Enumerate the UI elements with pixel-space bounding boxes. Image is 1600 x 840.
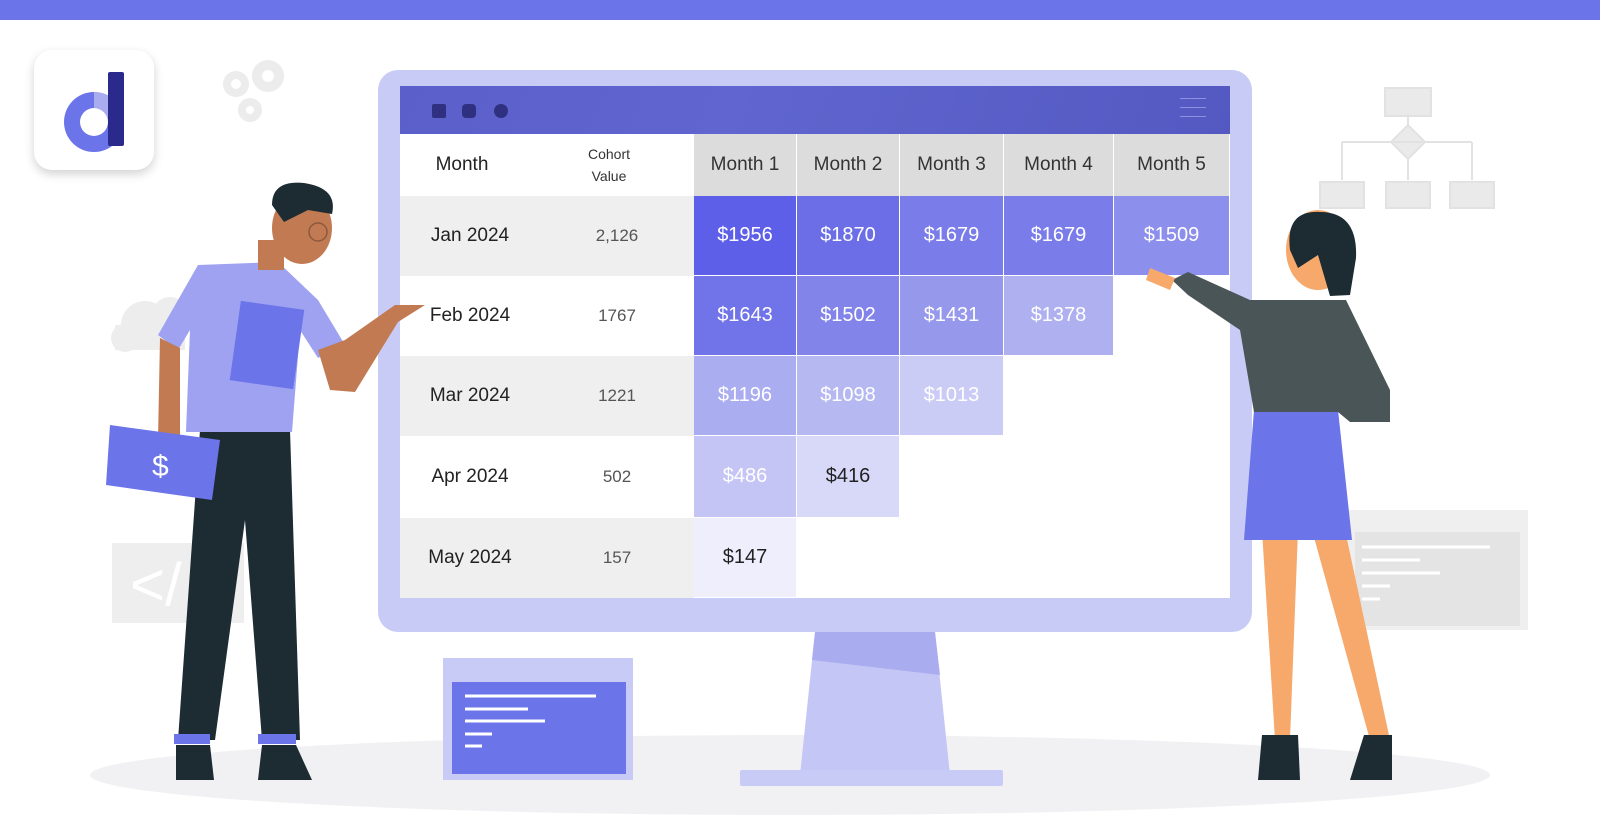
revenue-cell: $1643	[694, 276, 797, 356]
row-cohort-value: 2,126	[540, 196, 694, 276]
logo-icon	[64, 72, 124, 152]
revenue-cell: $1679	[1004, 196, 1114, 276]
window-circle-icon	[494, 104, 508, 118]
revenue-cell: $1502	[797, 276, 900, 356]
row-month-label: Jan 2024	[400, 196, 540, 276]
row-month-label: Mar 2024	[400, 356, 540, 436]
window-rounded-icon	[462, 104, 476, 118]
row-month-label: Feb 2024	[400, 276, 540, 356]
revenue-cell: $1098	[797, 356, 900, 436]
row-cohort-value: 502	[540, 436, 694, 518]
header-month: Month	[400, 134, 524, 196]
menu-icon[interactable]	[1180, 98, 1206, 125]
window-titlebar	[400, 86, 1230, 134]
header-month-3: Month 3	[900, 134, 1004, 196]
cloud-icon	[111, 297, 188, 352]
header-month-4: Month 4	[1004, 134, 1114, 196]
revenue-cell: $416	[797, 436, 900, 518]
row-cohort-value: 1767	[540, 276, 694, 356]
app-logo	[34, 50, 154, 170]
revenue-cell: $147	[694, 518, 797, 598]
revenue-cell: $1509	[1114, 196, 1230, 276]
header-cohort-value: Cohort Value	[524, 134, 694, 196]
row-month-label: May 2024	[400, 518, 540, 598]
header-cohort-line1: Cohort	[587, 146, 631, 162]
cohort-table-screen: Month Cohort Value Month 1 Month 2 Month 3…	[400, 86, 1230, 598]
row-month-label: Apr 2024	[400, 436, 540, 518]
revenue-cell: $1196	[694, 356, 797, 436]
header-month-2: Month 2	[797, 134, 900, 196]
row-cohort-value: 1221	[540, 356, 694, 436]
code-tag-icon: </	[130, 551, 182, 618]
revenue-cell: $1679	[900, 196, 1004, 276]
header-month-5: Month 5	[1114, 134, 1230, 196]
revenue-cell: $1378	[1004, 276, 1114, 356]
header-cohort-line2: Value	[591, 168, 627, 184]
revenue-cell: $1431	[900, 276, 1004, 356]
header-month-1: Month 1	[694, 134, 797, 196]
row-cohort-value: 157	[540, 518, 694, 598]
gears-icon	[223, 60, 284, 122]
revenue-cell: $486	[694, 436, 797, 518]
flowchart-icon	[1319, 87, 1495, 209]
revenue-cell: $1870	[797, 196, 900, 276]
window-square-icon	[432, 104, 446, 118]
revenue-cell: $1956	[694, 196, 797, 276]
revenue-cell: $1013	[900, 356, 1004, 436]
